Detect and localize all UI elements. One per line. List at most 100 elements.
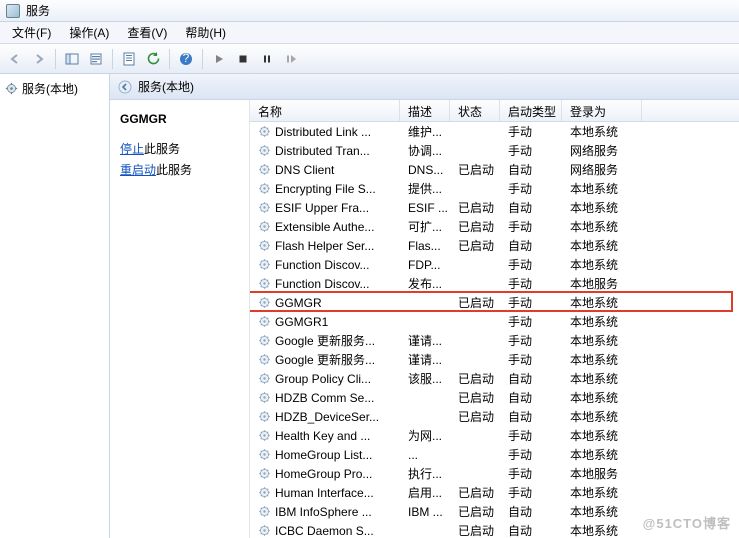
- service-icon: [258, 125, 271, 138]
- service-logon: 本地系统: [562, 389, 642, 406]
- service-name: DNS Client: [275, 163, 334, 177]
- pause-service-button[interactable]: [256, 48, 278, 70]
- service-name: IBM InfoSphere ...: [275, 505, 372, 519]
- service-icon: [258, 144, 271, 157]
- service-row[interactable]: Distributed Tran...协调...手动网络服务: [250, 141, 739, 160]
- service-row[interactable]: Health Key and ...为网...手动本地系统: [250, 426, 739, 445]
- service-status: 已启动: [450, 370, 500, 387]
- service-row[interactable]: GGMGR1手动本地系统: [250, 312, 739, 331]
- service-name: Encrypting File S...: [275, 182, 376, 196]
- stop-service-button[interactable]: [232, 48, 254, 70]
- service-desc: 为网...: [400, 427, 450, 444]
- service-desc: 可扩...: [400, 218, 450, 235]
- show-hide-tree-button[interactable]: [61, 48, 83, 70]
- menu-help[interactable]: 帮助(H): [177, 22, 234, 43]
- service-desc: 提供...: [400, 180, 450, 197]
- service-logon: 本地系统: [562, 427, 642, 444]
- window-title: 服务: [26, 2, 50, 19]
- service-row[interactable]: Google 更新服务...谨请...手动本地系统: [250, 350, 739, 369]
- stop-suffix: 此服务: [144, 142, 180, 156]
- service-icon: [258, 486, 271, 499]
- service-desc: 谨请...: [400, 332, 450, 349]
- service-row[interactable]: Function Discov...FDP...手动本地系统: [250, 255, 739, 274]
- export-button[interactable]: [85, 48, 107, 70]
- restart-service-button[interactable]: [280, 48, 302, 70]
- refresh-button[interactable]: [142, 48, 164, 70]
- service-desc: FDP...: [400, 258, 450, 272]
- start-service-button[interactable]: [208, 48, 230, 70]
- service-logon: 本地系统: [562, 313, 642, 330]
- service-startup: 自动: [500, 522, 562, 538]
- col-name[interactable]: 名称: [250, 100, 400, 121]
- tree-item-services-local[interactable]: 服务(本地): [2, 78, 107, 99]
- col-logon[interactable]: 登录为: [562, 100, 642, 121]
- service-startup: 手动: [500, 256, 562, 273]
- service-logon: 本地系统: [562, 123, 642, 140]
- svg-text:?: ?: [183, 52, 190, 65]
- service-desc: 启用...: [400, 484, 450, 501]
- service-row[interactable]: Google 更新服务...谨请...手动本地系统: [250, 331, 739, 350]
- help-button[interactable]: ?: [175, 48, 197, 70]
- service-row[interactable]: Group Policy Cli...该服...已启动自动本地系统: [250, 369, 739, 388]
- service-row[interactable]: IBM InfoSphere ...IBM ...已启动自动本地系统: [250, 502, 739, 521]
- service-desc: 维护...: [400, 123, 450, 140]
- menu-action[interactable]: 操作(A): [61, 22, 117, 43]
- service-row[interactable]: HomeGroup List......手动本地系统: [250, 445, 739, 464]
- title-bar: 服务: [0, 0, 739, 22]
- service-desc: ...: [400, 448, 450, 462]
- forward-button[interactable]: [28, 48, 50, 70]
- service-row[interactable]: Extensible Authe...可扩...已启动手动本地系统: [250, 217, 739, 236]
- service-startup: 自动: [500, 161, 562, 178]
- service-icon: [258, 353, 271, 366]
- service-row[interactable]: ICBC Daemon S...已启动自动本地系统: [250, 521, 739, 538]
- service-desc: 协调...: [400, 142, 450, 159]
- restart-link[interactable]: 重启动: [120, 163, 156, 177]
- service-status: 已启动: [450, 199, 500, 216]
- col-status[interactable]: 状态: [450, 100, 500, 121]
- service-row[interactable]: HomeGroup Pro...执行...手动本地服务: [250, 464, 739, 483]
- service-row[interactable]: Human Interface...启用...已启动手动本地系统: [250, 483, 739, 502]
- service-desc: Flas...: [400, 239, 450, 253]
- col-startup[interactable]: 启动类型: [500, 100, 562, 121]
- service-status: 已启动: [450, 522, 500, 538]
- service-row[interactable]: Encrypting File S...提供...手动本地系统: [250, 179, 739, 198]
- pane-header: 服务(本地): [110, 74, 739, 100]
- detail-pane: GGMGR 停止此服务 重启动此服务: [110, 100, 250, 538]
- service-desc: ESIF ...: [400, 201, 450, 215]
- service-logon: 本地系统: [562, 237, 642, 254]
- service-row[interactable]: ESIF Upper Fra...ESIF ...已启动自动本地系统: [250, 198, 739, 217]
- service-name: Group Policy Cli...: [275, 372, 371, 386]
- service-startup: 自动: [500, 237, 562, 254]
- service-status: 已启动: [450, 503, 500, 520]
- service-row[interactable]: GGMGR已启动手动本地系统: [250, 293, 739, 312]
- toolbar: ?: [0, 44, 739, 74]
- properties-button[interactable]: [118, 48, 140, 70]
- service-name: HomeGroup Pro...: [275, 467, 372, 481]
- service-row[interactable]: Function Discov...发布...手动本地服务: [250, 274, 739, 293]
- service-name: GGMGR: [275, 296, 322, 310]
- service-row[interactable]: Flash Helper Ser...Flas...已启动自动本地系统: [250, 236, 739, 255]
- service-logon: 本地系统: [562, 484, 642, 501]
- service-logon: 本地服务: [562, 275, 642, 292]
- service-startup: 手动: [500, 218, 562, 235]
- menu-view[interactable]: 查看(V): [119, 22, 175, 43]
- back-button[interactable]: [4, 48, 26, 70]
- restart-suffix: 此服务: [156, 163, 192, 177]
- service-icon: [258, 182, 271, 195]
- stop-link[interactable]: 停止: [120, 142, 144, 156]
- service-rows: Distributed Link ...维护...手动本地系统Distribut…: [250, 122, 739, 538]
- service-row[interactable]: HDZB Comm Se...已启动自动本地系统: [250, 388, 739, 407]
- service-icon: [258, 448, 271, 461]
- service-row[interactable]: HDZB_DeviceSer...已启动自动本地系统: [250, 407, 739, 426]
- back-nav-icon[interactable]: [118, 80, 132, 94]
- service-desc: 谨请...: [400, 351, 450, 368]
- service-logon: 本地系统: [562, 180, 642, 197]
- service-row[interactable]: DNS ClientDNS...已启动自动网络服务: [250, 160, 739, 179]
- col-desc[interactable]: 描述: [400, 100, 450, 121]
- service-row[interactable]: Distributed Link ...维护...手动本地系统: [250, 122, 739, 141]
- menu-file[interactable]: 文件(F): [4, 22, 59, 43]
- service-status: 已启动: [450, 294, 500, 311]
- service-startup: 手动: [500, 142, 562, 159]
- service-name: Human Interface...: [275, 486, 374, 500]
- services-icon: [5, 82, 18, 95]
